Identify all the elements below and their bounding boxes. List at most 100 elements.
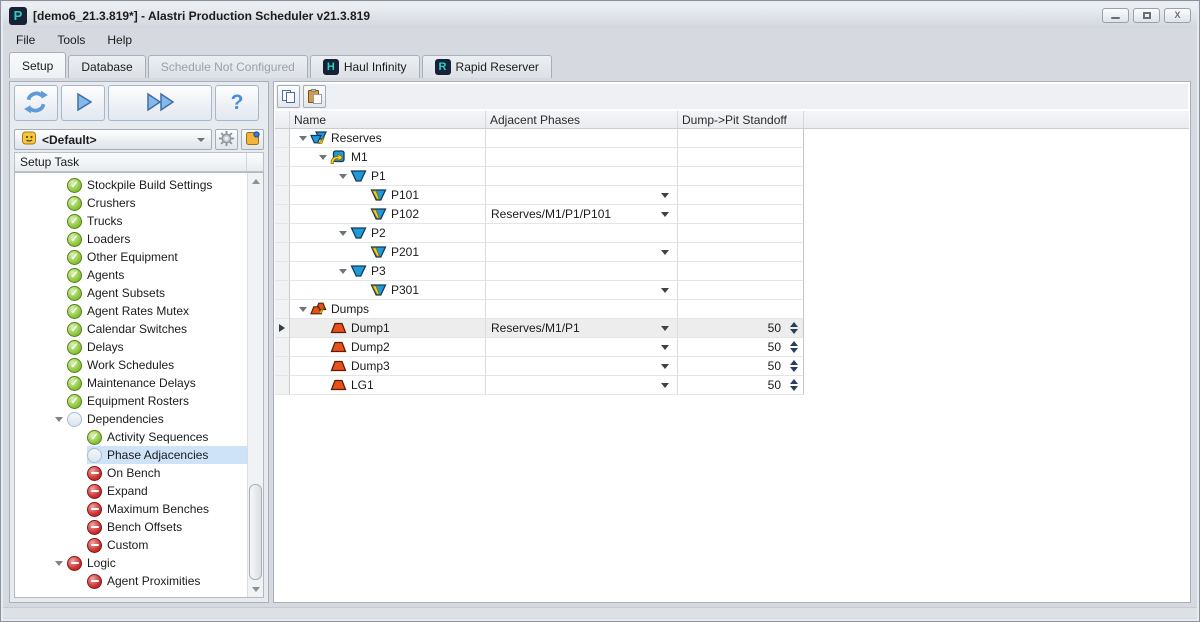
minimize-button[interactable] xyxy=(1102,8,1129,23)
sidebar-item-work-schedules[interactable]: ✓ Work Schedules xyxy=(15,356,247,374)
paste-button[interactable] xyxy=(303,85,326,108)
sidebar-item-agent-rates-mutex[interactable]: ✓ Agent Rates Mutex xyxy=(15,302,247,320)
row-header-cell[interactable] xyxy=(275,129,290,148)
tab-setup[interactable]: Setup xyxy=(9,52,67,78)
sidebar-item-equipment-rosters[interactable]: ✓ Equipment Rosters xyxy=(15,392,247,410)
name-cell[interactable]: Dumps xyxy=(290,300,486,319)
fast-forward-button[interactable] xyxy=(108,85,212,121)
row-header-cell[interactable] xyxy=(275,300,290,319)
name-cell[interactable]: P102 xyxy=(290,205,486,224)
dropdown-arrow-icon[interactable] xyxy=(661,193,669,198)
dropdown-arrow-icon[interactable] xyxy=(661,364,669,369)
dropdown-arrow-icon[interactable] xyxy=(661,345,669,350)
adjacent-phases-cell[interactable] xyxy=(486,186,678,205)
expander-icon[interactable] xyxy=(55,416,63,422)
adjacent-phases-cell[interactable] xyxy=(486,338,678,357)
expander-icon[interactable] xyxy=(339,268,347,274)
dropdown-arrow-icon[interactable] xyxy=(661,383,669,388)
name-cell[interactable]: P2 xyxy=(290,224,486,243)
row-header-cell[interactable] xyxy=(275,205,290,224)
adjacent-phases-cell[interactable] xyxy=(486,243,678,262)
expander-icon[interactable] xyxy=(339,173,347,179)
sync-button[interactable] xyxy=(14,85,58,121)
close-button[interactable]: X xyxy=(1164,8,1191,23)
row-header-cell[interactable] xyxy=(275,148,290,167)
sidebar-item-agents[interactable]: ✓ Agents xyxy=(15,266,247,284)
spin-down-icon[interactable] xyxy=(790,348,798,353)
spinner-control[interactable] xyxy=(788,321,800,335)
spin-down-icon[interactable] xyxy=(790,367,798,372)
row-header-cell[interactable] xyxy=(275,167,290,186)
sidebar-item-maximum-benches[interactable]: Maximum Benches xyxy=(15,500,247,518)
scroll-down-icon[interactable] xyxy=(248,581,263,597)
sidebar-item-calendar-switches[interactable]: ✓ Calendar Switches xyxy=(15,320,247,338)
copy-button[interactable] xyxy=(277,85,300,108)
settings-button[interactable] xyxy=(215,129,238,150)
sidebar-item-agent-subsets[interactable]: ✓ Agent Subsets xyxy=(15,284,247,302)
sidebar-item-dependencies[interactable]: Dependencies xyxy=(15,410,247,428)
row-header-cell[interactable] xyxy=(275,224,290,243)
name-cell[interactable]: P301 xyxy=(290,281,486,300)
row-header-cell[interactable] xyxy=(275,281,290,300)
name-cell[interactable]: P201 xyxy=(290,243,486,262)
column-header-adjacent-phases[interactable]: Adjacent Phases xyxy=(486,111,678,128)
spinner-control[interactable] xyxy=(788,340,800,354)
adjacent-phases-cell[interactable]: Reserves/M1/P1 xyxy=(486,319,678,338)
sidebar-item-on-bench[interactable]: On Bench xyxy=(15,464,247,482)
tab-rapid-reserver[interactable]: R Rapid Reserver xyxy=(421,55,552,78)
sidebar-item-logic[interactable]: Logic xyxy=(15,554,247,572)
standoff-cell[interactable]: 50 xyxy=(678,376,804,395)
name-cell[interactable]: P101 xyxy=(290,186,486,205)
name-cell[interactable]: P3 xyxy=(290,262,486,281)
name-cell[interactable]: Dump3 xyxy=(290,357,486,376)
tab-haul-infinity[interactable]: H Haul Infinity xyxy=(309,55,420,78)
column-header-name[interactable]: Name xyxy=(290,111,486,128)
name-cell[interactable]: Dump1 xyxy=(290,319,486,338)
dropdown-arrow-icon[interactable] xyxy=(661,326,669,331)
sidebar-item-agent-proximities[interactable]: Agent Proximities xyxy=(15,572,247,590)
row-header-cell[interactable] xyxy=(275,262,290,281)
sidebar-item-stockpile-build-settings[interactable]: ✓ Stockpile Build Settings xyxy=(15,176,247,194)
name-cell[interactable]: P1 xyxy=(290,167,486,186)
adjacent-phases-cell[interactable] xyxy=(486,376,678,395)
name-cell[interactable]: Reserves xyxy=(290,129,486,148)
spin-down-icon[interactable] xyxy=(790,329,798,334)
standoff-cell[interactable]: 50 xyxy=(678,338,804,357)
column-header-standoff[interactable]: Dump->Pit Standoff xyxy=(678,111,804,128)
standoff-cell[interactable]: 50 xyxy=(678,357,804,376)
expander-icon[interactable] xyxy=(339,230,347,236)
row-header-cell[interactable] xyxy=(275,186,290,205)
sidebar-item-activity-sequences[interactable]: ✓ Activity Sequences xyxy=(15,428,247,446)
expander-icon[interactable] xyxy=(55,560,63,566)
adjacent-phases-cell[interactable] xyxy=(486,357,678,376)
row-header-cell[interactable] xyxy=(275,319,290,338)
spinner-control[interactable] xyxy=(788,359,800,373)
expander-icon[interactable] xyxy=(319,154,327,160)
spin-up-icon[interactable] xyxy=(790,341,798,346)
sidebar-item-loaders[interactable]: ✓ Loaders xyxy=(15,230,247,248)
adjacent-phases-cell[interactable]: Reserves/M1/P1/P101 xyxy=(486,205,678,224)
tab-database[interactable]: Database xyxy=(68,55,146,78)
spin-up-icon[interactable] xyxy=(790,322,798,327)
play-button[interactable] xyxy=(61,85,105,121)
title-bar[interactable]: P [demo6_21.3.819*] - Alastri Production… xyxy=(3,3,1197,28)
sidebar-item-expand[interactable]: Expand xyxy=(15,482,247,500)
menu-tools[interactable]: Tools xyxy=(46,30,96,50)
adjacent-phases-cell[interactable] xyxy=(486,281,678,300)
spin-down-icon[interactable] xyxy=(790,386,798,391)
row-header-cell[interactable] xyxy=(275,376,290,395)
sidebar-item-phase-adjacencies[interactable]: Phase Adjacencies xyxy=(15,446,247,464)
menu-help[interactable]: Help xyxy=(96,30,143,50)
dropdown-arrow-icon[interactable] xyxy=(661,288,669,293)
maximize-button[interactable] xyxy=(1133,8,1160,23)
sidebar-item-crushers[interactable]: ✓ Crushers xyxy=(15,194,247,212)
help-button[interactable]: ? xyxy=(215,85,259,121)
expander-icon[interactable] xyxy=(299,135,307,141)
sidebar-item-maintenance-delays[interactable]: ✓ Maintenance Delays xyxy=(15,374,247,392)
spinner-control[interactable] xyxy=(788,378,800,392)
dropdown-arrow-icon[interactable] xyxy=(661,212,669,217)
sidebar-item-delays[interactable]: ✓ Delays xyxy=(15,338,247,356)
expander-icon[interactable] xyxy=(299,306,307,312)
dropdown-arrow-icon[interactable] xyxy=(661,250,669,255)
sidebar-item-custom[interactable]: Custom xyxy=(15,536,247,554)
